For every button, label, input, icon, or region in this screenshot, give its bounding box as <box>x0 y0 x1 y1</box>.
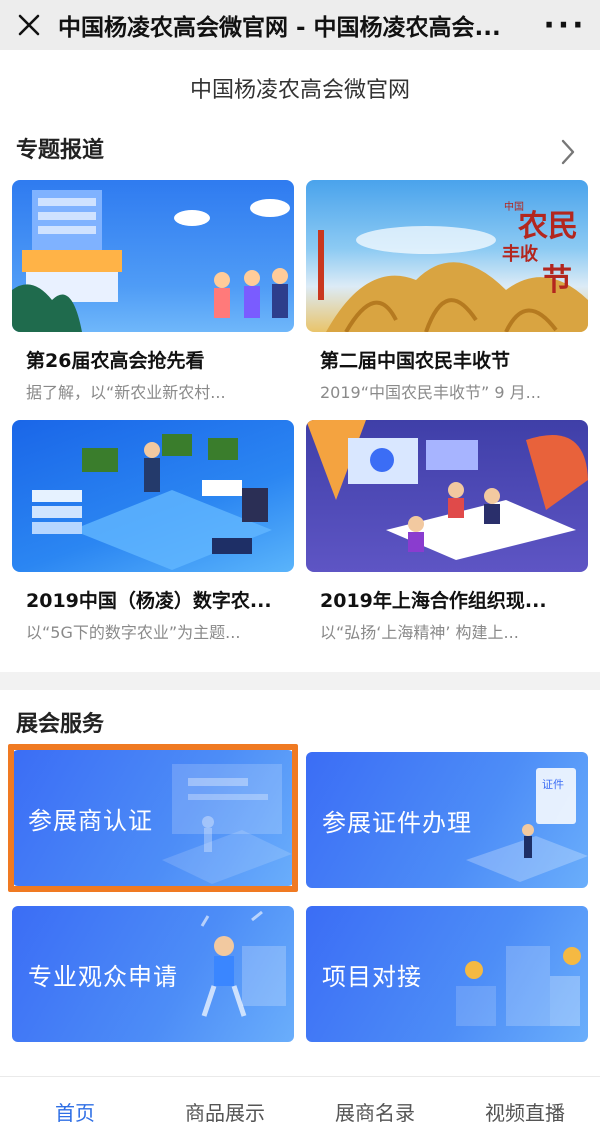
harvest-badge-last: 节 <box>542 263 572 298</box>
certificate-text: 证件 <box>542 778 564 791</box>
project-matching-tile[interactable]: 项目对接 <box>306 906 588 1042</box>
tile-label: 参展证件办理 <box>322 808 472 837</box>
article-card[interactable]: 第26届农高会抢先看 据了解，以“新农业新农村... <box>12 180 294 403</box>
article-summary: 2019“中国农民丰收节” 9 月... <box>320 383 541 402</box>
harvest-illustration: 农民 丰收 节 中国 <box>318 200 588 332</box>
article-summary: 以“弘扬‘上海精神’ 构建上... <box>320 623 519 642</box>
article-thumbnail <box>306 420 588 572</box>
article-title: 2019年上海合作组织现... <box>320 590 547 612</box>
article-thumbnail: 农民 丰收 节 中国 <box>306 180 588 332</box>
bottom-nav: 首页 商品展示 展商名录 视频直播 <box>0 1076 600 1146</box>
section-heading-services: 展会服务 <box>16 712 105 737</box>
article-summary: 以“5G下的数字农业”为主题... <box>26 623 241 642</box>
exhibitor-verification-tile[interactable]: 参展商认证 <box>12 750 294 886</box>
harvest-badge-corner: 中国 <box>504 200 524 213</box>
tile-label: 项目对接 <box>322 962 422 991</box>
expo-illustration <box>12 190 290 332</box>
section-heading-features: 专题报道 <box>16 138 105 163</box>
article-card[interactable]: 2019中国（杨凌）数字农... 以“5G下的数字农业”为主题... <box>12 420 294 643</box>
site-title: 中国杨凌农高会微官网 <box>189 78 410 103</box>
window-title: 中国杨凌农高会微官网 - 中国杨凌农高会... <box>58 15 501 41</box>
article-title: 2019中国（杨凌）数字农... <box>26 590 272 612</box>
article-title: 第26届农高会抢先看 <box>26 350 205 372</box>
close-button[interactable] <box>0 0 58 50</box>
exhibition-pass-tile[interactable]: 证件 参展证件办理 <box>306 752 588 888</box>
article-card[interactable]: 农民 丰收 节 中国 第二届中国农民丰收节 2019“中国农民丰收节” 9 月.… <box>306 180 588 403</box>
features-more-button[interactable] <box>556 139 580 165</box>
more-options-button[interactable]: ··· <box>530 0 600 50</box>
chevron-right-icon <box>561 139 575 165</box>
tile-label: 参展商认证 <box>28 806 153 835</box>
harvest-badge-big: 农民 <box>517 209 578 244</box>
close-icon <box>18 14 40 36</box>
article-summary: 据了解，以“新农业新农村... <box>26 383 226 402</box>
digital-agriculture-illustration <box>32 434 272 570</box>
nav-products[interactable]: 商品展示 <box>150 1097 300 1126</box>
article-thumbnail <box>12 420 294 572</box>
harvest-badge-small: 丰收 <box>502 243 538 265</box>
section-divider <box>0 672 600 690</box>
meeting-illustration <box>306 420 588 560</box>
article-thumbnail <box>12 180 294 332</box>
nav-exhibitors[interactable]: 展商名录 <box>300 1097 450 1126</box>
top-bar: 中国杨凌农高会微官网 - 中国杨凌农高会... ··· <box>0 0 600 50</box>
tile-label: 专业观众申请 <box>28 962 178 991</box>
nav-home[interactable]: 首页 <box>0 1097 150 1126</box>
article-title: 第二届中国农民丰收节 <box>320 350 511 372</box>
nav-live-video[interactable]: 视频直播 <box>450 1097 600 1126</box>
article-card[interactable]: 2019年上海合作组织现... 以“弘扬‘上海精神’ 构建上... <box>306 420 588 643</box>
professional-visitor-tile[interactable]: 专业观众申请 <box>12 906 294 1042</box>
more-icon: ··· <box>543 7 587 43</box>
